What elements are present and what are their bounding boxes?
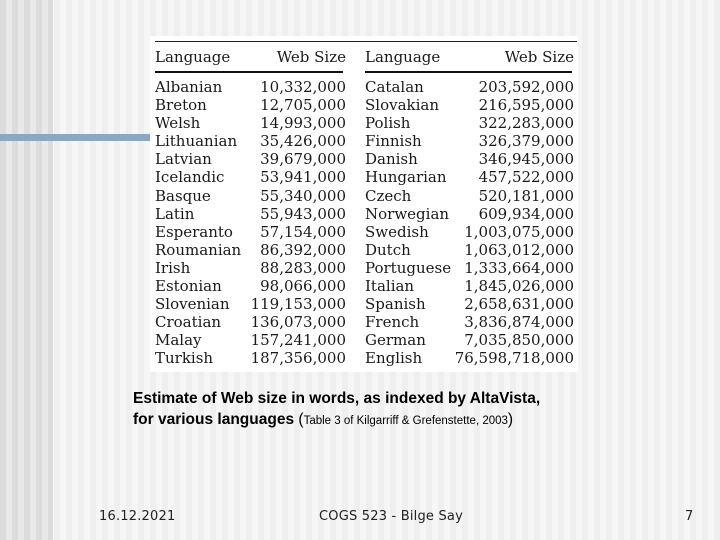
- table-cell-language: Slovenian: [155, 295, 230, 314]
- table-cell-language: Icelandic: [155, 168, 225, 187]
- web-size-table: Language Web Size Language Web Size Alba…: [150, 36, 578, 372]
- table-cell-web-size: 98,066,000: [260, 277, 346, 296]
- table-cell-web-size: 1,333,664,000: [464, 258, 574, 277]
- table-cell-web-size: 12,705,000: [260, 96, 346, 115]
- table-cell-language: Slovakian: [365, 96, 440, 115]
- table-cell-language: Finnish: [365, 132, 422, 151]
- table-cell-web-size: 14,993,000: [260, 114, 346, 133]
- table-cell-language: Turkish: [155, 349, 214, 368]
- caption-citation: Table 3 of Kilgarriff & Grefenstette, 20…: [303, 415, 508, 427]
- table-cell-web-size: 346,945,000: [478, 150, 574, 169]
- table-cell-web-size: 55,943,000: [260, 204, 346, 223]
- column-web-size-right: 203,592,000 216,595,000 322,283,000 326,379…: [440, 78, 574, 368]
- slide-accent-bar: [0, 134, 152, 141]
- table-cell-web-size: 35,426,000: [260, 132, 346, 151]
- table-cell-web-size: 57,154,000: [260, 222, 346, 241]
- column-web-size-left: 10,332,000 12,705,000 14,993,000 35,426,000…: [230, 78, 346, 368]
- table-cell-web-size: 88,283,000: [260, 258, 346, 277]
- table-cell-web-size: 1,003,075,000: [464, 222, 574, 241]
- table-cell-web-size: 76,598,718,000: [454, 349, 574, 368]
- table-cell-language: Lithuanian: [155, 132, 238, 151]
- table-header-rule-right: [365, 71, 572, 73]
- table-cell-language: Czech: [365, 186, 412, 205]
- table-cell-language: Estonian: [155, 277, 222, 296]
- table-cell-web-size: 609,934,000: [478, 204, 574, 223]
- column-language-left: Albanian Breton Welsh Lithuanian Latvian Icel…: [155, 78, 241, 368]
- table-cell-web-size: 1,063,012,000: [464, 240, 574, 259]
- table-cell-web-size: 322,283,000: [478, 114, 574, 133]
- table-cell-web-size: 520,181,000: [478, 186, 574, 205]
- slide-background-stripe: [0, 0, 53, 540]
- table-cell-web-size: 157,241,000: [250, 331, 346, 350]
- table-cell-language: Breton: [155, 96, 207, 115]
- table-cell-language: Catalan: [365, 78, 424, 96]
- table-cell-language: English: [365, 349, 423, 368]
- table-cell-language: Danish: [365, 150, 418, 169]
- table-cell-language: Latin: [155, 204, 195, 223]
- table-cell-language: Albanian: [155, 78, 223, 96]
- table-cell-language: French: [365, 313, 420, 332]
- table-cell-language: Hungarian: [365, 168, 447, 187]
- table-cell-web-size: 10,332,000: [260, 78, 346, 96]
- footer-date: 16.12.2021: [99, 509, 176, 524]
- table-cell-language: Irish: [155, 258, 191, 277]
- table-cell-web-size: 7,035,850,000: [464, 331, 574, 350]
- table-cell-language: Croatian: [155, 313, 222, 332]
- table-cell-language: Roumanian: [155, 240, 242, 259]
- table-cell-language: Swedish: [365, 222, 429, 241]
- table-cell-language: Italian: [365, 277, 415, 296]
- table-cell-web-size: 119,153,000: [250, 295, 346, 314]
- caption-line-2: for various languages (Table 3 of Kilgar…: [133, 409, 613, 432]
- table-cell-language: Portuguese: [365, 258, 452, 277]
- table-cell-language: Latvian: [155, 150, 212, 169]
- header-web-size-left: Web Size: [276, 48, 346, 66]
- table-cell-web-size: 457,522,000: [478, 168, 574, 187]
- table-cell-web-size: 216,595,000: [478, 96, 574, 115]
- table-cell-language: Basque: [155, 186, 211, 205]
- table-cell-language: Norwegian: [365, 204, 450, 223]
- table-cell-language: Malay: [155, 331, 202, 350]
- slide-caption: Estimate of Web size in words, as indexe…: [133, 388, 613, 432]
- caption-line-1: Estimate of Web size in words, as indexe…: [133, 390, 541, 407]
- table-cell-language: Spanish: [365, 295, 426, 314]
- table-cell-web-size: 2,658,631,000: [464, 295, 574, 314]
- footer-title: COGS 523 - Bilge Say: [319, 509, 463, 524]
- table-cell-language: Polish: [365, 114, 411, 133]
- page-number: 7: [685, 509, 694, 524]
- table-cell-web-size: 55,340,000: [260, 186, 346, 205]
- column-language-right: Catalan Slovakian Polish Finnish Danish Hunga…: [365, 78, 451, 368]
- table-cell-language: German: [365, 331, 426, 350]
- table-cell-web-size: 39,679,000: [260, 150, 346, 169]
- table-cell-web-size: 187,356,000: [250, 349, 346, 368]
- header-web-size-right: Web Size: [504, 48, 574, 66]
- table-cell-web-size: 203,592,000: [478, 78, 574, 96]
- table-cell-web-size: 1,845,026,000: [464, 277, 574, 296]
- caption-paren-close: ): [507, 411, 514, 428]
- table-cell-web-size: 3,836,874,000: [464, 313, 574, 332]
- table-header-rule-left: [155, 71, 343, 73]
- table-cell-language: Welsh: [155, 114, 201, 133]
- table-cell-web-size: 326,379,000: [478, 132, 574, 151]
- header-language-left: Language: [155, 48, 231, 66]
- table-cell-web-size: 86,392,000: [260, 240, 346, 259]
- table-cell-language: Dutch: [365, 240, 411, 259]
- table-cell-web-size: 136,073,000: [250, 313, 346, 332]
- header-language-right: Language: [365, 48, 441, 66]
- table-cell-web-size: 53,941,000: [260, 168, 346, 187]
- table-cell-language: Esperanto: [155, 222, 233, 241]
- caption-line-2-text: for various languages: [133, 411, 299, 428]
- table-top-rule: [155, 41, 577, 42]
